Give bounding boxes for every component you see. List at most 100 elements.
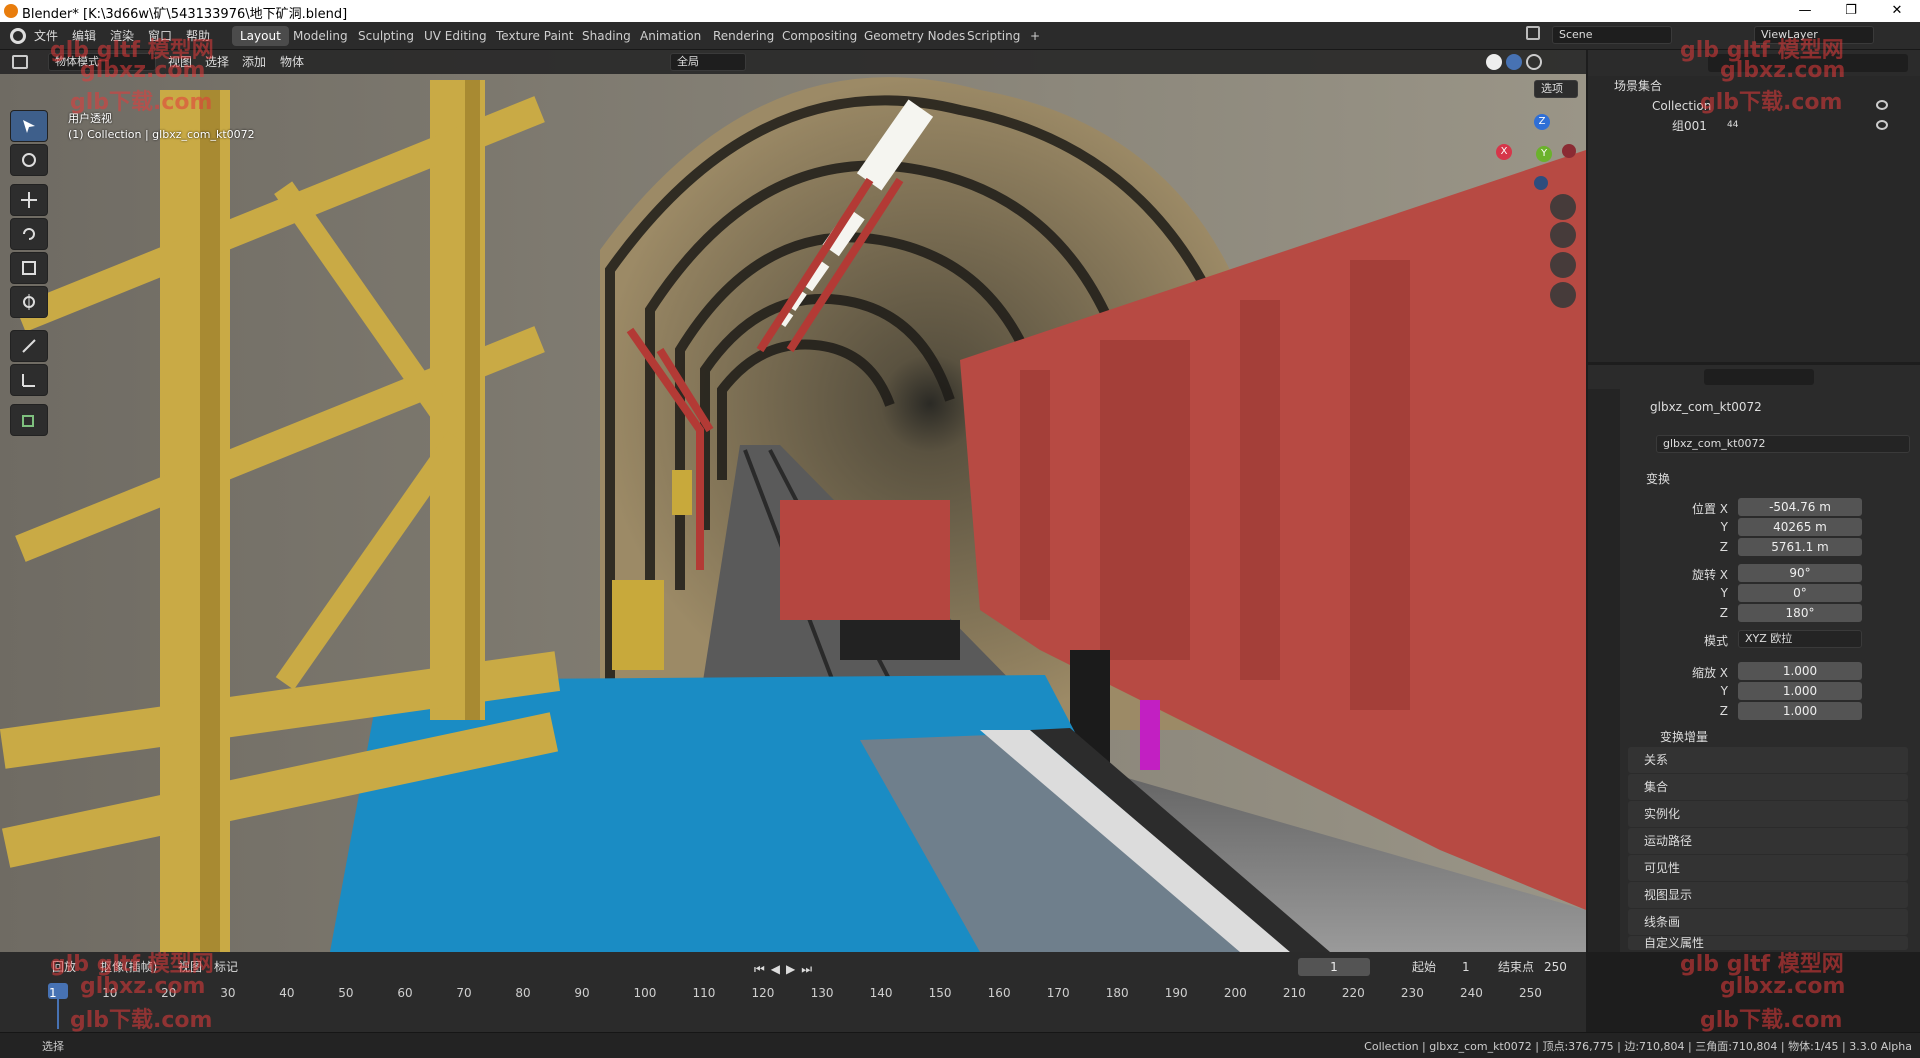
- tab-shading[interactable]: Shading: [574, 26, 639, 46]
- scene-statistics: Collection | glbxz_com_kt0072 | 顶点:376,7…: [1364, 1040, 1912, 1053]
- start-frame-field[interactable]: 1: [1462, 958, 1470, 976]
- tab-geometry-nodes[interactable]: Geometry Nodes: [856, 26, 973, 46]
- menu-add[interactable]: 添加: [242, 53, 266, 71]
- rotation-z-field[interactable]: 180°: [1738, 604, 1862, 622]
- tab-modeling[interactable]: Modeling: [285, 26, 356, 46]
- maximize-button[interactable]: ❐: [1828, 0, 1874, 22]
- section-line-art[interactable]: 线条画: [1628, 909, 1908, 935]
- timeline-tick-label: 30: [220, 986, 236, 1000]
- timeline-tick-label: 220: [1341, 986, 1365, 1000]
- location-z-label: Z: [1719, 540, 1728, 554]
- blender-menu-icon[interactable]: [10, 28, 26, 44]
- solid-shading-icon[interactable]: [1486, 54, 1502, 70]
- rotation-mode-dropdown[interactable]: XYZ 欧拉: [1738, 630, 1862, 648]
- viewport-header: 物体模式 视图 选择 添加 物体 全局: [0, 50, 1586, 74]
- object-name: glbxz_com_kt0072: [1650, 400, 1762, 414]
- scale-z-field[interactable]: 1.000: [1738, 702, 1862, 720]
- playhead-line: [57, 999, 59, 1029]
- rotate-tool[interactable]: [10, 218, 48, 250]
- section-instancing[interactable]: 实例化: [1628, 801, 1908, 827]
- cursor-tool[interactable]: [10, 144, 48, 176]
- watermark: glbxz.com: [1720, 974, 1846, 999]
- scale-x-field[interactable]: 1.000: [1738, 662, 1862, 680]
- tab-layout[interactable]: Layout: [232, 26, 289, 46]
- delta-transform-section[interactable]: 变换增量: [1660, 728, 1708, 745]
- material-shading-icon[interactable]: [1506, 54, 1522, 70]
- tab-sculpting[interactable]: Sculpting: [350, 26, 422, 46]
- visibility-eye-icon-2[interactable]: [1876, 120, 1888, 130]
- perspective-grid-icon[interactable]: [1550, 282, 1576, 308]
- measure-tool[interactable]: [10, 364, 48, 396]
- start-frame-label: 起始: [1412, 960, 1437, 974]
- pan-hand-icon[interactable]: [1550, 222, 1576, 248]
- add-workspace-button[interactable]: +: [1022, 26, 1048, 46]
- end-frame-field[interactable]: 250: [1544, 958, 1567, 976]
- menu-marker[interactable]: 标记: [214, 958, 238, 976]
- scene-collection-row[interactable]: 场景集合: [1614, 76, 1662, 96]
- scene-selector[interactable]: Scene: [1552, 26, 1672, 44]
- tab-rendering[interactable]: Rendering: [705, 26, 782, 46]
- timeline-tick-label: 190: [1164, 986, 1188, 1000]
- timeline-tick-label: 240: [1459, 986, 1483, 1000]
- 3d-viewport[interactable]: [0, 50, 1586, 952]
- gizmo-z-axis[interactable]: Z: [1534, 114, 1550, 130]
- tab-uv-editing[interactable]: UV Editing: [416, 26, 495, 46]
- camera-icon[interactable]: [1550, 252, 1576, 278]
- transform-section-title[interactable]: 变换: [1646, 470, 1670, 487]
- tab-animation[interactable]: Animation: [632, 26, 709, 46]
- timeline-tick-label: 140: [869, 986, 893, 1000]
- orientation-selector[interactable]: 全局: [670, 53, 746, 71]
- move-tool[interactable]: [10, 184, 48, 216]
- section-relations[interactable]: 关系: [1628, 747, 1908, 773]
- zoom-icon[interactable]: [1550, 194, 1576, 220]
- properties-search-input[interactable]: [1704, 369, 1814, 385]
- top-header: 文件 编辑 渲染 窗口 帮助 Layout Modeling Sculpting…: [0, 22, 1920, 50]
- section-visibility[interactable]: 可见性: [1628, 855, 1908, 881]
- scale-y-field[interactable]: 1.000: [1738, 682, 1862, 700]
- object-name-field[interactable]: glbxz_com_kt0072: [1656, 435, 1910, 453]
- add-cube-tool[interactable]: [10, 404, 48, 436]
- options-button[interactable]: 选项: [1534, 80, 1578, 98]
- gizmo-neg-z[interactable]: [1534, 176, 1548, 190]
- current-frame-field[interactable]: 1: [1298, 958, 1370, 976]
- location-x-field[interactable]: -504.76 m: [1738, 498, 1862, 516]
- gizmo-x-axis[interactable]: X: [1496, 144, 1512, 160]
- timeline-tick-label: 60: [397, 986, 413, 1000]
- close-button[interactable]: ✕: [1874, 0, 1920, 22]
- location-z-field[interactable]: 5761.1 m: [1738, 538, 1862, 556]
- scene-icon: [1526, 26, 1540, 40]
- timeline-tick-label: 160: [987, 986, 1011, 1000]
- tab-scripting[interactable]: Scripting: [959, 26, 1028, 46]
- section-viewport-display[interactable]: 视图显示: [1628, 882, 1908, 908]
- navigation-gizmo[interactable]: Z X Y: [1496, 112, 1576, 192]
- timeline-tick-label: 170: [1046, 986, 1070, 1000]
- location-y-label: Y: [1720, 520, 1728, 534]
- tab-compositing[interactable]: Compositing: [774, 26, 865, 46]
- scale-tool[interactable]: [10, 252, 48, 284]
- location-y-field[interactable]: 40265 m: [1738, 518, 1862, 536]
- end-frame-label: 结束点: [1498, 960, 1535, 974]
- watermark: glb下载.com: [1700, 1008, 1843, 1033]
- menu-object[interactable]: 物体: [280, 53, 304, 71]
- timeline-tick-label: 200: [1223, 986, 1247, 1000]
- visibility-eye-icon[interactable]: [1876, 100, 1888, 110]
- minimize-button[interactable]: —: [1782, 0, 1828, 22]
- rotation-mode-label: 模式: [1703, 634, 1728, 648]
- watermark: glb下载.com: [1700, 90, 1843, 115]
- transform-tool[interactable]: [10, 286, 48, 318]
- playback-controls[interactable]: ⏮◀▶⏭: [754, 962, 818, 977]
- gizmo-y-axis[interactable]: Y: [1536, 146, 1552, 162]
- annotate-tool[interactable]: [10, 330, 48, 362]
- rotation-x-field[interactable]: 90°: [1738, 564, 1862, 582]
- timeline-tick-label: 180: [1105, 986, 1129, 1000]
- section-collections[interactable]: 集合: [1628, 774, 1908, 800]
- section-motion-paths[interactable]: 运动路径: [1628, 828, 1908, 854]
- gizmo-neg-x[interactable]: [1562, 144, 1576, 158]
- tab-texture-paint[interactable]: Texture Paint: [488, 26, 581, 46]
- editor-type-icon[interactable]: [12, 55, 28, 69]
- group001-row[interactable]: 组001: [1672, 116, 1707, 136]
- rotation-y-field[interactable]: 0°: [1738, 584, 1862, 602]
- rendered-shading-icon[interactable]: [1526, 54, 1542, 70]
- select-box-tool[interactable]: [10, 110, 48, 142]
- rotation-y-label: Y: [1720, 586, 1728, 600]
